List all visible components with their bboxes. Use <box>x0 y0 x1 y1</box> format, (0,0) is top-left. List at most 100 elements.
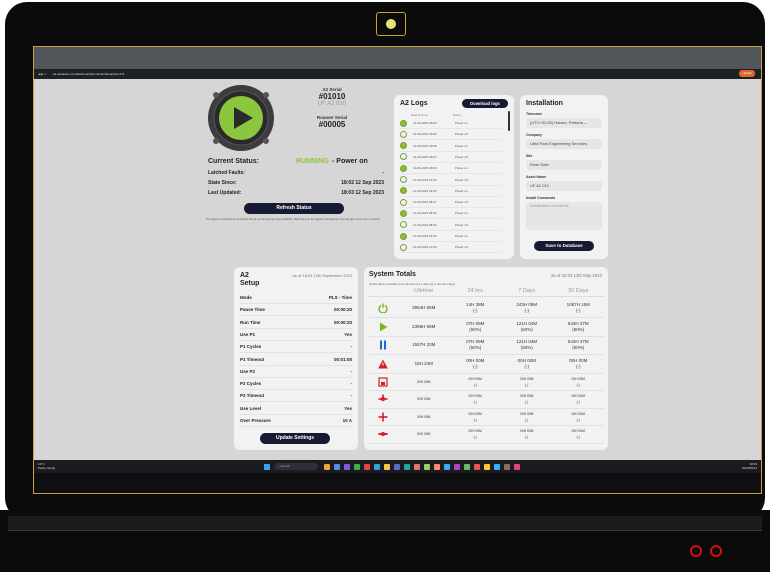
browser-tab-strip <box>34 47 761 69</box>
comments-label: Install Comments <box>526 196 556 200</box>
browser-address-bar[interactable]: ◀ ▶ ⟳ a2.autokdee.com/dashboard/pump/das… <box>34 69 761 79</box>
app-icon[interactable] <box>454 463 460 470</box>
app-icon[interactable] <box>394 463 400 470</box>
setup-value: 00:00:20 <box>333 307 352 313</box>
log-row: 12-09-2023 08:03 Power on <box>400 118 502 129</box>
setup-row: Run Time 00:00:20 <box>240 317 352 329</box>
log-row: 12-09-2023 08:08 Power on <box>400 141 502 152</box>
totals-cell: 00H 00M (-) <box>468 411 482 422</box>
site-label: Site <box>526 154 533 158</box>
app-icon[interactable] <box>514 463 520 470</box>
app-icon[interactable] <box>494 463 500 470</box>
totals-cell: 00H 00M <box>417 432 431 436</box>
totals-row: 3954H 56M 14H 38M (-) 243H 09M (-) 1087H 16… <box>368 299 604 318</box>
setup-key: Mode <box>240 295 252 300</box>
setup-value: Yes <box>344 331 352 337</box>
screen: ◀ ▶ ⟳ a2.autokdee.com/dashboard/pump/das… <box>33 46 762 494</box>
setup-row: Use Level Yes <box>240 403 352 415</box>
app-icon[interactable] <box>354 463 360 470</box>
log-event: Power off <box>455 245 468 250</box>
log-event: Power on <box>455 143 468 148</box>
logs-scrollbar[interactable] <box>508 111 510 131</box>
state-since-row: State Since: 18:02 12 Sep 2023 <box>208 180 384 186</box>
nav-arrows-icon[interactable]: ◀ ▶ ⟳ <box>38 72 47 76</box>
log-event: Power on <box>455 211 468 216</box>
app-icon[interactable] <box>464 463 470 470</box>
totals-cell: 121H 04M (50%) <box>516 320 538 332</box>
logs-header: Date & Time Event <box>411 113 501 117</box>
timezone-select[interactable]: (UTC+02:00) Harare, Pretoria ⌄ <box>526 118 602 128</box>
asset-field[interactable]: UF A2 010 <box>526 181 602 191</box>
app-icon[interactable] <box>474 463 480 470</box>
logs-title: A2 Logs <box>400 100 428 107</box>
refresh-status-button[interactable]: Refresh Status <box>244 203 344 214</box>
roamer-value: #00005 <box>318 120 346 129</box>
company-field[interactable]: Ultra Flow Engineering Services <box>526 139 602 149</box>
app-icon[interactable] <box>324 463 330 470</box>
installation-title: Installation <box>526 100 563 107</box>
app-icon[interactable] <box>334 463 340 470</box>
totals-cell: 00H 00M (-) <box>468 376 482 387</box>
timezone-label: Timezone <box>526 112 543 116</box>
app-icon[interactable] <box>424 463 430 470</box>
totals-title: System Totals <box>369 271 416 278</box>
totals-row: 00H 00M 00H 00M (-) 00H 00M (-) 00H 00M (-) <box>368 373 604 391</box>
totals-row: 15H 24M 00H 00M (-) 00H 00M (-) 00H 00M (-) <box>368 355 604 374</box>
totals-cell: 07H 09M (50%) <box>466 320 485 332</box>
totals-cell: 00H 00M (-) <box>520 429 534 439</box>
totals-cell: 00H 00M (-) <box>468 394 482 404</box>
setup-row: P1 Timeout 00:01:00 <box>240 354 352 366</box>
installation-card: Installation Timezone (UTC+02:00) Harare… <box>520 95 608 259</box>
weather-widget[interactable]: 12°C Partly cloudy <box>38 462 78 470</box>
app-icon[interactable] <box>374 463 380 470</box>
app-icon[interactable] <box>414 463 420 470</box>
setup-row: P2 Timeout - <box>240 390 353 403</box>
log-date: 12-09-2023 08:03 <box>413 166 437 171</box>
timezone-value: (UTC+02:00) Harare, Pretoria <box>530 120 583 125</box>
setup-key: P2 Cycles <box>240 381 262 387</box>
totals-row: 1557H 33M 07H 09M (50%) 121H 04M (50%) 543H… <box>368 336 604 355</box>
log-event: Power on <box>455 121 468 125</box>
app-icon[interactable] <box>434 463 440 470</box>
logs-card: A2 Logs Download logs Date & Time Event 1… <box>394 95 514 259</box>
setup-value: 00:01:00 <box>333 356 352 362</box>
site-field[interactable]: River Date <box>526 160 602 170</box>
alert-icon <box>368 359 398 369</box>
save-to-database-button[interactable]: Save to Database <box>534 241 594 251</box>
url-field[interactable]: a2.autokdee.com/dashboard/pump/dashboard… <box>53 72 125 76</box>
state-since-label: State Since: <box>208 180 237 186</box>
app-icon[interactable] <box>364 463 370 470</box>
setup-key: Over Pressure <box>240 418 271 423</box>
app-icon[interactable] <box>484 463 490 470</box>
app-icon[interactable] <box>404 463 410 470</box>
latched-value: - <box>382 170 384 176</box>
pause-icon <box>368 340 398 350</box>
download-logs-button[interactable]: Download logs <box>462 99 508 108</box>
setup-row: Pause Time 00:00:20 <box>240 304 352 317</box>
setup-title: A2 Setup <box>240 272 260 287</box>
log-date: 12-09-2023 08:03 <box>413 121 437 125</box>
setup-key: P2 Timeout <box>240 393 265 399</box>
log-event: Power off <box>455 222 468 227</box>
update-settings-button[interactable]: Update Settings <box>260 433 330 444</box>
app-icon[interactable] <box>504 463 510 470</box>
app-icon[interactable] <box>444 463 450 470</box>
start-icon[interactable] <box>264 463 270 470</box>
check-icon <box>400 232 407 240</box>
search-label: Search <box>280 464 291 468</box>
totals-cell: 00H 00M (-) <box>569 357 588 369</box>
app-icon[interactable] <box>384 463 390 470</box>
log-date: 11-09-2023 08:02 <box>413 211 437 216</box>
log-date: 11-09-2023 12:30 <box>413 177 437 182</box>
log-date: 11-09-2023 08:07 <box>413 200 437 205</box>
setup-value: PLS - Time <box>328 295 352 300</box>
comments-field[interactable]: Installation comments <box>526 202 602 230</box>
app-icon[interactable] <box>344 463 350 470</box>
setup-value: - <box>350 393 353 399</box>
update-button[interactable]: Update <box>739 70 755 77</box>
totals-cell: 00H 00M (-) <box>571 411 585 422</box>
taskbar-search[interactable]: ⌕ Search <box>274 463 318 470</box>
totals-cell: 00H 00M (-) <box>571 376 585 387</box>
totals-cell: 00H 00M (-) <box>466 357 485 369</box>
totals-cell: 00H 00M <box>417 379 431 384</box>
